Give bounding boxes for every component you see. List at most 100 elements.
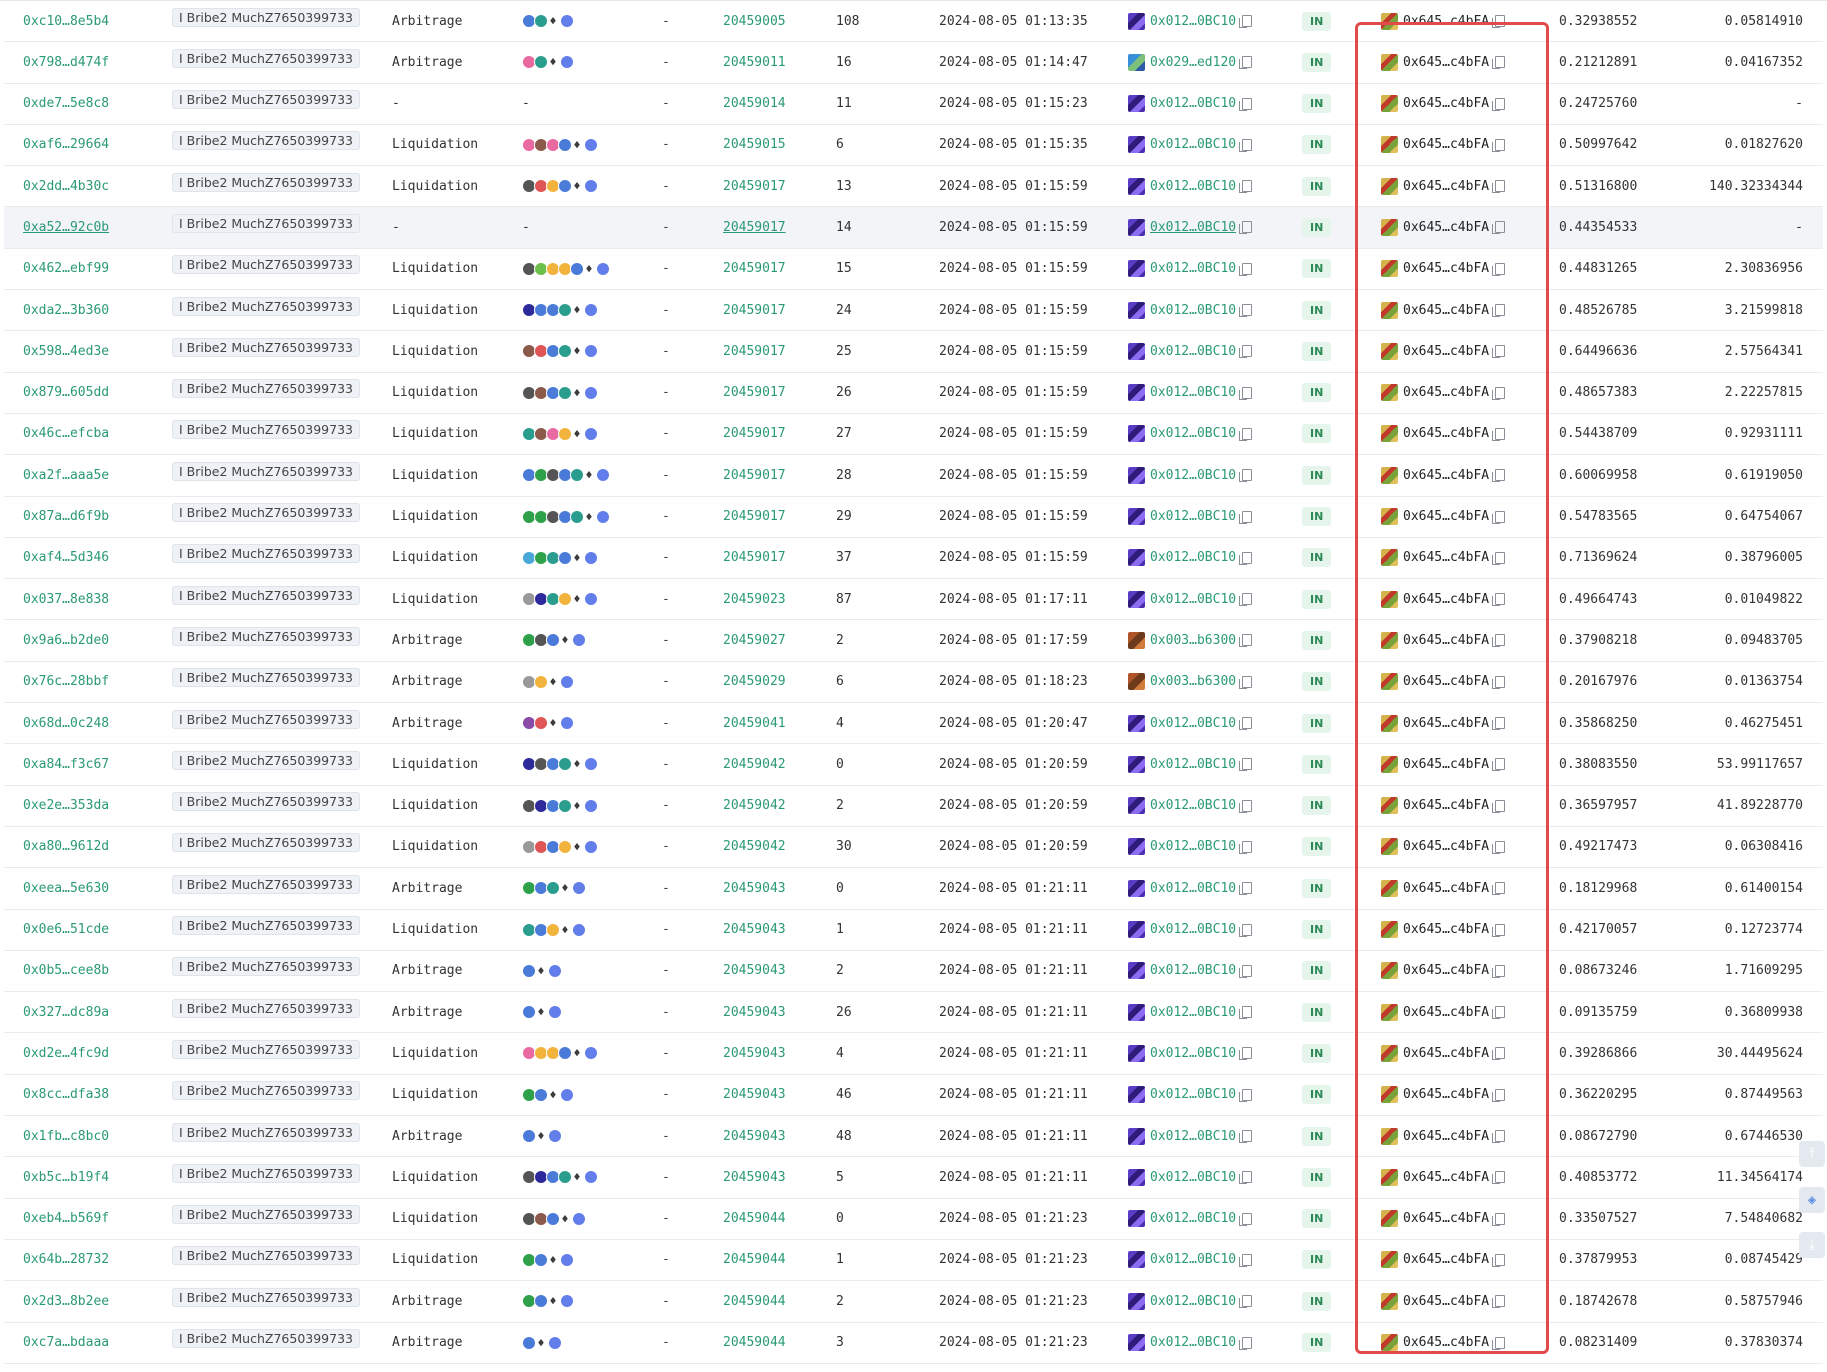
table-row[interactable]: 0xa52…92c0b I Bribe2 MuchZ7650399733 - - - 20… xyxy=(4,207,1823,249)
from-address-link[interactable]: 0x012…0BC10 xyxy=(1150,468,1236,483)
block-link[interactable]: 20459044 xyxy=(723,1323,786,1363)
tx-hash-link[interactable]: 0x8cc…dfa38 xyxy=(23,1075,109,1115)
copy-icon[interactable] xyxy=(1492,221,1506,235)
tx-hash-link[interactable]: 0xaf4…5d346 xyxy=(23,538,109,578)
table-row[interactable]: 0xaf4…5d346 I Bribe2 MuchZ7650399733 Liqui… xyxy=(4,538,1823,580)
copy-icon[interactable] xyxy=(1492,386,1506,400)
block-link[interactable]: 20459043 xyxy=(723,1033,786,1073)
tx-hash-link[interactable]: 0x2dd…4b30c xyxy=(23,166,109,206)
copy-icon[interactable] xyxy=(1492,593,1506,607)
to-address-text[interactable]: 0x645…c4bFA xyxy=(1403,426,1489,441)
table-row[interactable]: 0xeea…5e630 I Bribe2 MuchZ7650399733 Arbit… xyxy=(4,868,1823,910)
tx-hash-link[interactable]: 0xa52…92c0b xyxy=(23,207,109,247)
table-row[interactable]: 0x879…605dd I Bribe2 MuchZ7650399733 Liqui… xyxy=(4,373,1823,414)
from-address-link[interactable]: 0x012…0BC10 xyxy=(1150,261,1236,276)
to-address-text[interactable]: 0x645…c4bFA xyxy=(1403,633,1489,648)
copy-icon[interactable] xyxy=(1239,138,1253,152)
to-address-text[interactable]: 0x645…c4bFA xyxy=(1403,1252,1489,1267)
table-row[interactable]: 0x0b5…cee8b I Bribe2 MuchZ7650399733 Arbit… xyxy=(4,951,1823,993)
tx-hash-link[interactable]: 0x598…4ed3e xyxy=(23,331,109,371)
tx-hash-link[interactable]: 0x76c…28bbf xyxy=(23,662,109,702)
block-link[interactable]: 20459043 xyxy=(723,1157,786,1197)
copy-icon[interactable] xyxy=(1239,964,1253,978)
block-link[interactable]: 20459043 xyxy=(723,868,786,908)
tx-hash-link[interactable]: 0x9a6…b2de0 xyxy=(23,620,109,660)
copy-icon[interactable] xyxy=(1239,15,1253,28)
copy-icon[interactable] xyxy=(1239,469,1253,483)
tx-hash-link[interactable]: 0xd2e…4fc9d xyxy=(23,1033,109,1073)
copy-icon[interactable] xyxy=(1492,882,1506,896)
block-link[interactable]: 20459043 xyxy=(723,910,786,950)
block-link[interactable]: 20459042 xyxy=(723,827,786,867)
block-link[interactable]: 20459017 xyxy=(723,414,786,454)
from-address-link[interactable]: 0x012…0BC10 xyxy=(1150,1005,1236,1020)
copy-icon[interactable] xyxy=(1239,1130,1253,1144)
copy-icon[interactable] xyxy=(1239,840,1253,854)
from-address-link[interactable]: 0x029…ed120 xyxy=(1150,55,1236,70)
from-address-link[interactable]: 0x012…0BC10 xyxy=(1150,881,1236,896)
block-link[interactable]: 20459017 xyxy=(723,331,786,371)
from-address-link[interactable]: 0x012…0BC10 xyxy=(1150,1046,1236,1061)
to-address-text[interactable]: 0x645…c4bFA xyxy=(1403,55,1489,70)
block-link[interactable]: 20459014 xyxy=(723,84,786,124)
block-link[interactable]: 20459017 xyxy=(723,166,786,206)
from-address-link[interactable]: 0x012…0BC10 xyxy=(1150,716,1236,731)
tx-hash-link[interactable]: 0xc10…8e5b4 xyxy=(23,1,109,41)
tx-hash-link[interactable]: 0xda2…3b360 xyxy=(23,290,109,330)
from-address-link[interactable]: 0x012…0BC10 xyxy=(1150,1252,1236,1267)
copy-icon[interactable] xyxy=(1492,1171,1506,1185)
copy-icon[interactable] xyxy=(1492,758,1506,772)
block-link[interactable]: 20459017 xyxy=(723,497,786,537)
tx-hash-link[interactable]: 0x0e6…51cde xyxy=(23,910,109,950)
from-address-link[interactable]: 0x012…0BC10 xyxy=(1150,303,1236,318)
block-link[interactable]: 20459017 xyxy=(723,373,786,413)
copy-icon[interactable] xyxy=(1239,1171,1253,1185)
copy-icon[interactable] xyxy=(1239,1336,1253,1350)
table-row[interactable]: 0x1fb…c8bc0 I Bribe2 MuchZ7650399733 Arbit… xyxy=(4,1116,1823,1158)
from-address-link[interactable]: 0x012…0BC10 xyxy=(1150,1087,1236,1102)
block-link[interactable]: 20459017 xyxy=(723,207,786,247)
from-address-link[interactable]: 0x012…0BC10 xyxy=(1150,922,1236,937)
to-address-text[interactable]: 0x645…c4bFA xyxy=(1403,137,1489,152)
from-address-link[interactable]: 0x012…0BC10 xyxy=(1150,963,1236,978)
to-address-text[interactable]: 0x645…c4bFA xyxy=(1403,468,1489,483)
to-address-text[interactable]: 0x645…c4bFA xyxy=(1403,922,1489,937)
copy-icon[interactable] xyxy=(1239,1295,1253,1309)
copy-icon[interactable] xyxy=(1492,1253,1506,1267)
table-row[interactable]: 0x68d…0c248 I Bribe2 MuchZ7650399733 Arbit… xyxy=(4,703,1823,745)
to-address-text[interactable]: 0x645…c4bFA xyxy=(1403,1046,1489,1061)
tx-hash-link[interactable]: 0x2d3…8b2ee xyxy=(23,1281,109,1321)
block-link[interactable]: 20459042 xyxy=(723,786,786,826)
block-link[interactable]: 20459023 xyxy=(723,579,786,619)
from-address-link[interactable]: 0x012…0BC10 xyxy=(1150,1170,1236,1185)
to-address-text[interactable]: 0x645…c4bFA xyxy=(1403,1005,1489,1020)
from-address-link[interactable]: 0x012…0BC10 xyxy=(1150,14,1236,29)
copy-icon[interactable] xyxy=(1239,386,1253,400)
table-row[interactable]: 0xa2f…aaa5e I Bribe2 MuchZ7650399733 Liqui… xyxy=(4,455,1823,497)
copy-icon[interactable] xyxy=(1239,510,1253,524)
from-address-link[interactable]: 0x012…0BC10 xyxy=(1150,509,1236,524)
from-address-link[interactable]: 0x003…b6300 xyxy=(1150,633,1236,648)
copy-icon[interactable] xyxy=(1239,882,1253,896)
block-link[interactable]: 20459042 xyxy=(723,744,786,784)
block-link[interactable]: 20459041 xyxy=(723,703,786,743)
copy-icon[interactable] xyxy=(1239,262,1253,276)
table-row[interactable]: 0xa84…f3c67 I Bribe2 MuchZ7650399733 Liqui… xyxy=(4,744,1823,786)
from-address-link[interactable]: 0x012…0BC10 xyxy=(1150,344,1236,359)
copy-icon[interactable] xyxy=(1492,1130,1506,1144)
table-row[interactable]: 0x327…dc89a I Bribe2 MuchZ7650399733 Arbit… xyxy=(4,992,1823,1034)
copy-icon[interactable] xyxy=(1492,138,1506,152)
from-address-link[interactable]: 0x012…0BC10 xyxy=(1150,839,1236,854)
tx-hash-link[interactable]: 0x879…605dd xyxy=(23,373,109,413)
from-address-link[interactable]: 0x012…0BC10 xyxy=(1150,1211,1236,1226)
copy-icon[interactable] xyxy=(1239,1253,1253,1267)
copy-icon[interactable] xyxy=(1239,551,1253,565)
tx-hash-link[interactable]: 0xeb4…b569f xyxy=(23,1199,109,1239)
copy-icon[interactable] xyxy=(1492,551,1506,565)
table-row[interactable]: 0x798…d474f I Bribe2 MuchZ7650399733 Arbit… xyxy=(4,42,1823,84)
copy-icon[interactable] xyxy=(1239,1006,1253,1020)
copy-icon[interactable] xyxy=(1239,345,1253,359)
from-address-link[interactable]: 0x012…0BC10 xyxy=(1150,592,1236,607)
tx-hash-link[interactable]: 0x037…8e838 xyxy=(23,579,109,619)
table-row[interactable]: 0x76c…28bbf I Bribe2 MuchZ7650399733 Arbit… xyxy=(4,662,1823,704)
